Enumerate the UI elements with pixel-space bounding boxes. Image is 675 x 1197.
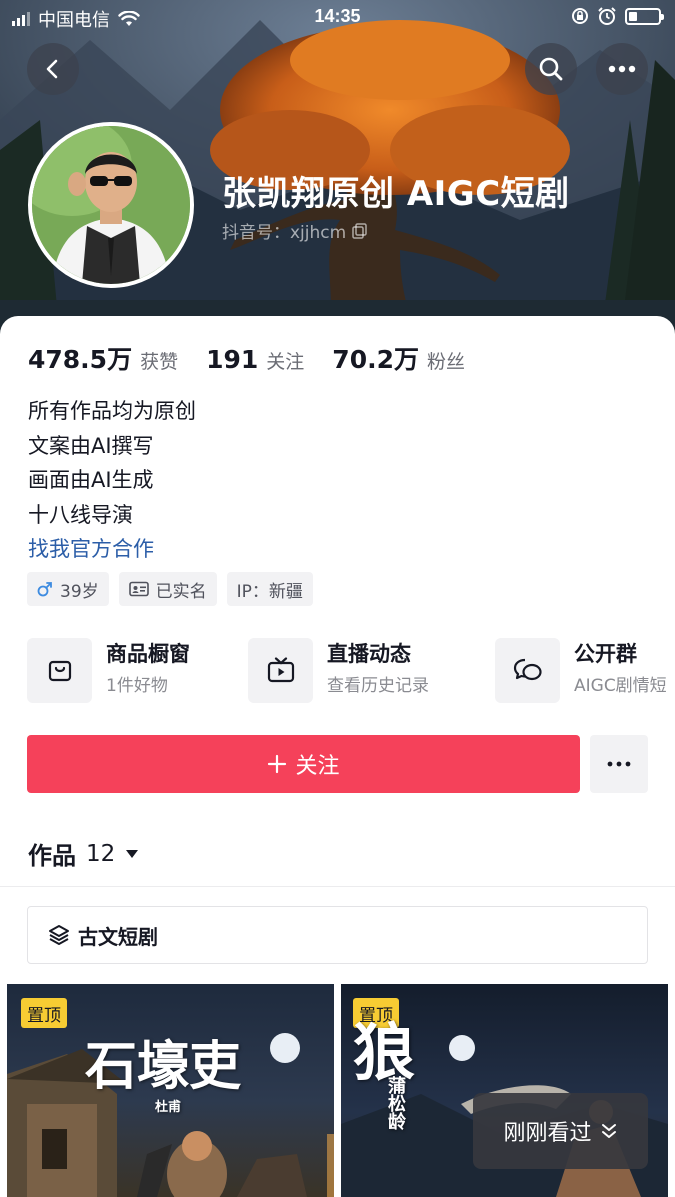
- ip-location-tag: IP：新疆: [226, 572, 313, 606]
- bio-line: 文案由AI撰写: [28, 433, 154, 458]
- stat-following[interactable]: 191 关注: [206, 345, 304, 374]
- works-count: 12: [86, 840, 116, 867]
- recently-viewed-button[interactable]: 刚刚看过: [473, 1093, 648, 1169]
- stat-value: 478.5万: [28, 345, 133, 374]
- avatar[interactable]: [28, 122, 194, 288]
- follow-button-label: 关注: [295, 754, 340, 779]
- douyin-id-text: 抖音号：xjjhcm: [222, 223, 347, 243]
- feature-subtitle: 1件好物: [106, 676, 168, 696]
- ip-location-text: IP：新疆: [236, 581, 303, 602]
- pinned-badge: 置顶: [21, 998, 67, 1028]
- layers-icon: [49, 925, 69, 945]
- bio-line: 画面由AI生成: [28, 468, 154, 492]
- feature-title: 直播动态: [327, 642, 411, 666]
- public-group-entry[interactable]: 公开群 AIGC剧情短: [495, 637, 667, 703]
- stat-label: 关注: [266, 351, 305, 373]
- stat-followers[interactable]: 70.2万 粉丝: [332, 340, 465, 376]
- bio-line: 十八线导演: [28, 502, 133, 527]
- alarm-icon: [598, 7, 616, 25]
- section-divider: [0, 886, 675, 887]
- business-cooperation-link[interactable]: 找我官方合作: [28, 532, 196, 567]
- bio-line: 所有作品均为原创: [28, 399, 196, 423]
- profile-nickname: 张凯翔原创 AIGC短剧: [222, 174, 570, 214]
- more-dots-icon: [608, 65, 636, 73]
- collection-entry[interactable]: 古文短剧: [27, 906, 648, 964]
- male-icon: [37, 582, 52, 597]
- more-dots-icon: [607, 761, 631, 767]
- back-button[interactable]: [27, 43, 79, 95]
- orientation-lock-icon: [572, 8, 588, 24]
- verified-tag: 已实名: [118, 572, 217, 606]
- status-bar: 中国电信 14:35: [0, 0, 675, 34]
- stat-likes[interactable]: 478.5万 获赞: [28, 340, 178, 376]
- search-button[interactable]: [525, 43, 577, 95]
- profile-tags: 39岁 已实名 IP：新疆: [27, 572, 313, 606]
- copy-icon[interactable]: [352, 222, 368, 239]
- profile-banner: 中国电信 14:35 张凯翔原创 AIGC短剧 抖音号：xjjhcm: [0, 0, 675, 340]
- caret-down-icon: [126, 849, 139, 858]
- video-author: 杜甫: [155, 1100, 182, 1115]
- product-window-entry[interactable]: 商品橱窗 1件好物: [27, 637, 190, 703]
- search-icon: [539, 57, 563, 81]
- plus-icon: [268, 754, 287, 774]
- follow-more-button[interactable]: [590, 735, 648, 793]
- recently-viewed-label: 刚刚看过: [503, 1121, 592, 1146]
- battery-icon: [625, 7, 664, 25]
- tab-works[interactable]: 作品 12: [28, 836, 139, 871]
- tv-icon: [267, 657, 294, 683]
- feature-subtitle: 查看历史记录: [327, 676, 429, 696]
- stat-label: 获赞: [140, 351, 179, 373]
- bag-icon: [48, 660, 71, 682]
- age-tag: 39岁: [27, 572, 109, 606]
- collection-label: 古文短剧: [78, 924, 158, 949]
- works-label: 作品: [28, 842, 76, 870]
- avatar-portrait-image: [32, 126, 190, 284]
- double-chevron-down-icon: [601, 1124, 616, 1138]
- live-history-entry[interactable]: 直播动态 查看历史记录: [248, 637, 429, 703]
- feature-title: 公开群: [574, 642, 637, 666]
- follow-button[interactable]: 关注: [27, 735, 580, 793]
- stat-value: 191: [206, 345, 259, 374]
- douyin-id: 抖音号：xjjhcm: [222, 218, 368, 243]
- more-options-button[interactable]: [596, 43, 648, 95]
- stat-value: 70.2万: [332, 345, 419, 374]
- chat-icon: [513, 658, 542, 681]
- video-author: 蒲松龄: [385, 1076, 406, 1130]
- video-thumbnail[interactable]: 置顶 石壕吏 杜甫: [7, 984, 334, 1197]
- video-title: 石壕吏: [85, 1036, 242, 1097]
- chevron-left-icon: [46, 59, 58, 79]
- stat-label: 粉丝: [426, 351, 465, 373]
- feature-subtitle: AIGC剧情短: [574, 676, 667, 696]
- age-text: 39岁: [60, 581, 99, 602]
- id-card-icon: [128, 581, 149, 597]
- verified-text: 已实名: [155, 581, 207, 602]
- feature-title: 商品橱窗: [106, 642, 190, 666]
- profile-card: 478.5万 获赞 191 关注 70.2万 粉丝 所有作品均为原创 文案由AI…: [0, 316, 675, 1197]
- feature-entries: 商品橱窗 1件好物 直播动态 查看历史记录 公开群 AIGC剧情短: [27, 637, 675, 703]
- profile-bio: 所有作品均为原创 文案由AI撰写 画面由AI生成 十八线导演 找我官方合作: [28, 394, 196, 567]
- profile-stats: 478.5万 获赞 191 关注 70.2万 粉丝: [28, 340, 493, 376]
